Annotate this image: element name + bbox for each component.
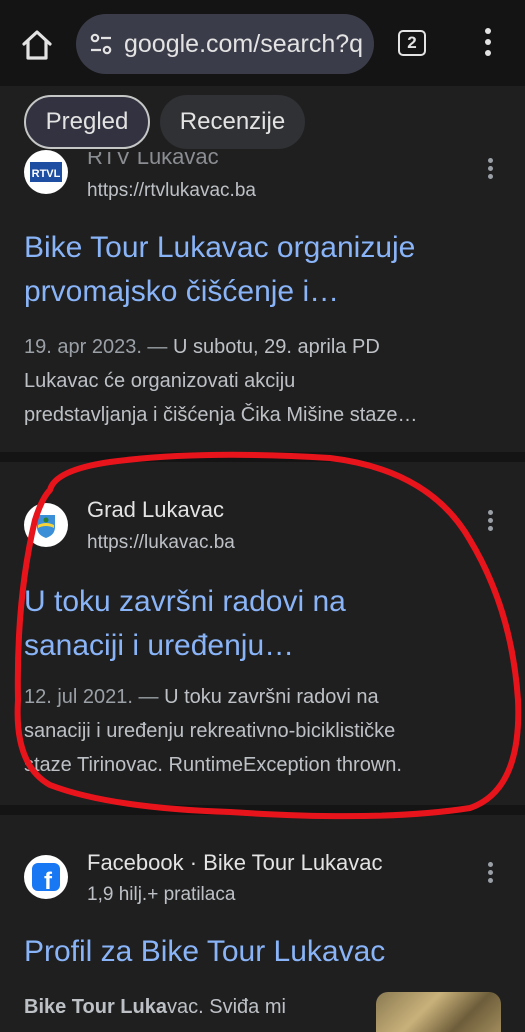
result-title-link[interactable]: Profil za Bike Tour Lukavac	[24, 930, 504, 974]
chip-pregled[interactable]: Pregled	[24, 95, 150, 149]
site-url[interactable]: https://rtvlukavac.ba	[87, 180, 256, 202]
result-title-link[interactable]: U toku završni radovi na sanaciji i uređ…	[24, 580, 504, 668]
divider	[0, 805, 525, 815]
url-text: google.com/search?q	[124, 29, 364, 58]
facebook-icon: f	[24, 855, 68, 899]
snippet-text: vac. Sviđa mi	[167, 996, 286, 1018]
result-snippet: Bike Tour Lukavac. Sviđa mi	[24, 990, 369, 1024]
result-title-link[interactable]: Bike Tour Lukavac organizuje prvomajsko …	[24, 226, 504, 314]
address-bar[interactable]: google.com/search?q	[76, 14, 374, 74]
result-thumbnail[interactable]	[376, 992, 501, 1032]
result-date: 12. jul 2021. —	[24, 686, 159, 708]
site-name: Facebook · Bike Tour Lukavac	[87, 850, 383, 875]
snippet-text: predstavljanja i čišćenja Čika Mišine st…	[24, 404, 418, 426]
title-line: prvomajsko čišćenje i…	[24, 275, 340, 308]
snippet-text: U subotu, 29. aprila PD	[167, 336, 380, 358]
title-line: Profil za Bike Tour Lukavac	[24, 935, 386, 968]
snippet-bold: Bike Tour Luka	[24, 996, 167, 1018]
more-vert-icon[interactable]	[484, 510, 496, 534]
title-line: Bike Tour Lukavac organizuje	[24, 231, 416, 264]
coat-of-arms-icon	[24, 503, 68, 547]
title-line: U toku završni radovi na	[24, 585, 346, 618]
result-snippet: 19. apr 2023. — U subotu, 29. aprila PD …	[24, 330, 504, 432]
browser-toolbar: google.com/search?q 2	[0, 0, 525, 86]
tune-icon[interactable]	[88, 31, 114, 57]
site-name: Grad Lukavac	[87, 497, 224, 522]
snippet-text: sanaciji i uređenju rekreativno-biciklis…	[24, 720, 396, 742]
snippet-text: Lukavac će organizovati akciju	[24, 370, 296, 392]
title-line: sanaciji i uređenju…	[24, 629, 295, 662]
tab-switcher-icon[interactable]: 2	[398, 30, 426, 56]
site-url[interactable]: https://lukavac.ba	[87, 532, 235, 554]
divider	[0, 452, 525, 462]
result-date: 19. apr 2023. —	[24, 336, 168, 358]
favicon-label: RTVL	[32, 168, 61, 180]
result-snippet: 12. jul 2021. — U toku završni radovi na…	[24, 680, 504, 782]
chip-recenzije[interactable]: Recenzije	[160, 95, 305, 149]
home-icon[interactable]	[18, 26, 56, 64]
favicon-label: f	[44, 868, 53, 895]
more-vert-icon[interactable]	[478, 28, 498, 60]
snippet-text: U toku završni radovi na	[158, 686, 379, 708]
more-vert-icon[interactable]	[484, 158, 496, 182]
snippet-text: staze Tirinovac. RuntimeException thrown…	[24, 754, 402, 776]
follower-count: 1,9 hilj.+ pratilaca	[87, 884, 236, 905]
rtvl-favicon-icon: RTVL	[24, 150, 68, 194]
more-vert-icon[interactable]	[484, 862, 496, 886]
